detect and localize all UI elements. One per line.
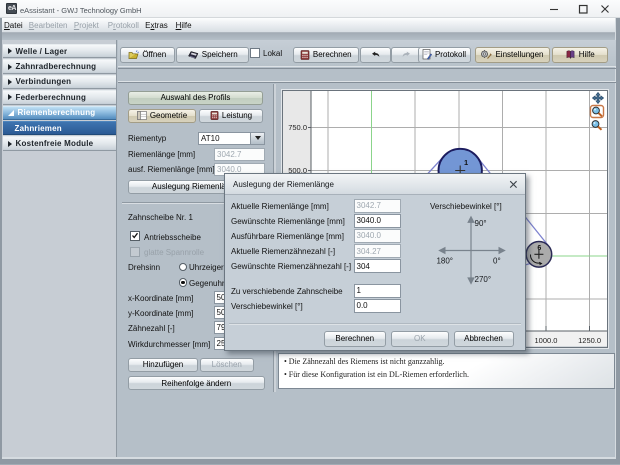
svg-text:1000.0: 1000.0 (534, 336, 557, 345)
svg-text:750.0: 750.0 (288, 123, 307, 132)
svg-text:1: 1 (464, 158, 468, 167)
svg-text:6: 6 (537, 245, 541, 252)
svg-text:180°: 180° (436, 256, 453, 265)
svg-text:1250.0: 1250.0 (578, 336, 601, 345)
svg-text:0°: 0° (493, 256, 501, 265)
svg-text:270°: 270° (474, 275, 491, 284)
svg-text:90°: 90° (474, 219, 486, 228)
